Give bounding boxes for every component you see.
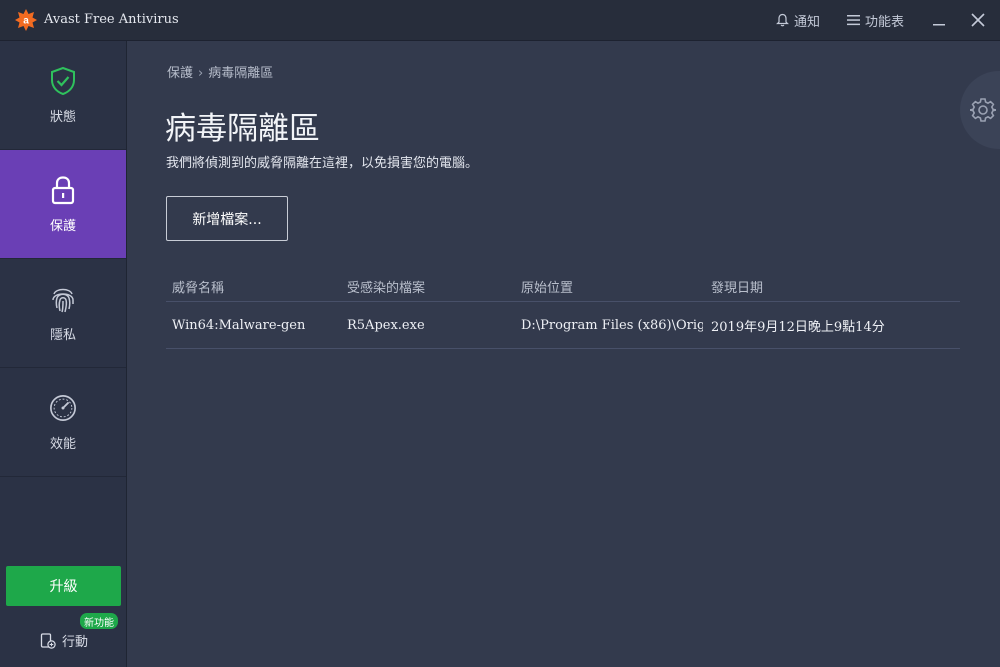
table-row[interactable]: Win64:Malware-gen R5Apex.exe D:\Program … [166,302,960,349]
sidebar-item-label: 保護 [49,218,76,234]
sidebar-item-status[interactable]: 狀態 [0,41,126,150]
column-header-original-location[interactable]: 原始位置 [521,271,703,301]
sidebar-item-privacy[interactable]: 隱私 [0,259,126,368]
minimize-icon [933,24,945,26]
avast-logo-icon: a [15,9,37,31]
date-found-cell: 2019年9月12日晚上9點14分 [711,319,885,335]
menu-button[interactable]: 功能表 [847,11,905,30]
lock-icon [49,175,77,205]
sidebar-item-protection[interactable]: 保護 [0,150,126,259]
quarantine-table: 威脅名稱 受感染的檔案 原始位置 發現日期 Win64:Malware-gen … [166,271,960,349]
sidebar-item-label: 效能 [49,436,76,452]
close-icon [971,13,985,27]
minimize-button[interactable] [928,9,950,31]
menu-label: 功能表 [865,14,905,30]
settings-button[interactable] [960,71,1000,149]
original-location-cell: D:\Program Files (x86)\Origi··· [521,317,703,333]
svg-text:a: a [23,16,29,27]
hamburger-menu-icon [847,15,860,26]
sidebar-item-performance[interactable]: 效能 [0,368,126,477]
action-label: 行動 [62,635,89,650]
breadcrumb-current: 病毒隔離區 [208,66,274,81]
gear-icon [970,98,996,122]
column-header-date-found[interactable]: 發現日期 [711,271,951,301]
action-button[interactable]: 行動 [40,631,88,650]
breadcrumb-separator: › [198,66,204,81]
sidebar-item-label: 隱私 [49,327,76,343]
page-description: 我們將偵測到的威脅隔離在這裡，以免損害您的電腦。 [166,156,479,171]
table-header-row: 威脅名稱 受感染的檔案 原始位置 發現日期 [166,271,960,302]
title-bar: a Avast Free Antivirus 通知 功能表 [0,0,1000,41]
shield-check-icon [49,66,77,96]
notifications-label: 通知 [794,14,821,30]
column-header-infected-file[interactable]: 受感染的檔案 [347,271,515,301]
speedometer-icon [49,393,77,423]
threat-name-cell: Win64:Malware-gen [172,317,306,333]
upgrade-button[interactable]: 升級 [6,566,121,606]
close-button[interactable] [967,9,989,31]
main-panel: 保護 › 病毒隔離區 病毒隔離區 我們將偵測到的威脅隔離在這裡，以免損害您的電腦。 … [127,41,1000,667]
sidebar-item-label: 狀態 [49,109,76,125]
mobile-add-icon [40,632,56,649]
breadcrumb: 保護 › 病毒隔離區 [167,62,273,81]
app-title: Avast Free Antivirus [44,12,179,27]
infected-file-cell: R5Apex.exe [347,317,425,333]
breadcrumb-parent[interactable]: 保護 [167,66,193,81]
notifications-button[interactable]: 通知 [776,11,821,30]
column-header-threat-name[interactable]: 威脅名稱 [172,271,342,301]
sidebar: 狀態 保護 隱私 效能 升級 新功能 行動 [0,41,127,667]
new-feature-badge: 新功能 [80,613,118,629]
fingerprint-icon [49,284,77,314]
page-title: 病毒隔離區 [165,111,320,147]
add-file-button[interactable]: 新增檔案... [166,196,288,241]
bell-icon [776,13,789,27]
